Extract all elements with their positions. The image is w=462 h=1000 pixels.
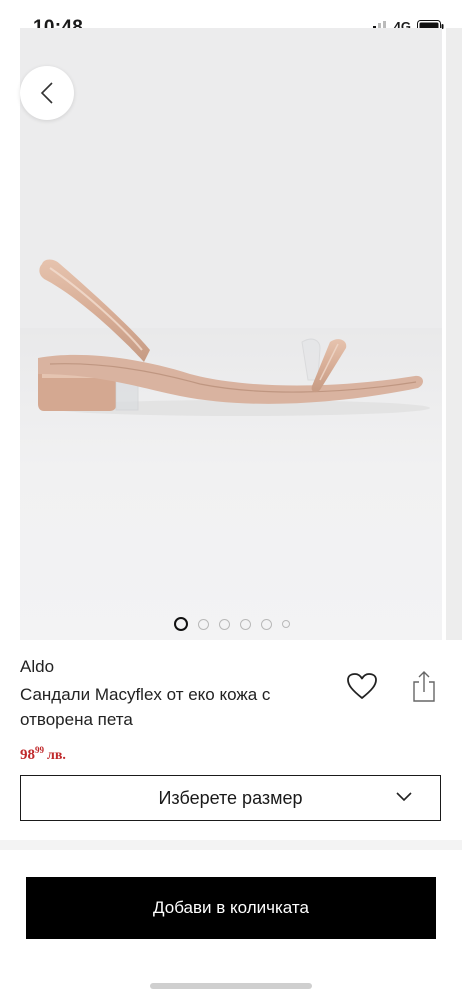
product-price: 9899 лв.	[20, 745, 66, 764]
price-currency: лв.	[47, 748, 66, 763]
gallery-dot-active[interactable]	[174, 617, 188, 631]
product-title: Сандали Macyflex от еко кожа с отворена …	[20, 685, 271, 729]
size-select[interactable]: Изберете размер	[20, 775, 441, 821]
gallery-dot[interactable]	[282, 620, 290, 628]
price-integer: 98	[20, 747, 35, 763]
price-decimal: 99	[35, 745, 44, 755]
share-button[interactable]	[411, 670, 437, 709]
section-divider	[0, 840, 462, 850]
heart-outline-icon	[347, 673, 377, 699]
chevron-down-icon	[396, 792, 412, 802]
add-to-cart-label: Добави в количката	[153, 898, 309, 917]
gallery-dot[interactable]	[240, 618, 251, 630]
product-brand[interactable]: Aldo	[20, 657, 54, 677]
product-image	[20, 28, 442, 640]
gallery-pagination[interactable]	[174, 617, 290, 631]
add-to-cart-button[interactable]: Добави в количката	[26, 877, 436, 939]
size-select-label: Изберете размер	[158, 788, 303, 808]
favorite-button[interactable]	[346, 672, 378, 705]
gallery-dot[interactable]	[198, 618, 209, 630]
product-image-gallery[interactable]	[20, 28, 442, 640]
gallery-dot[interactable]	[219, 618, 230, 630]
share-icon	[413, 671, 435, 702]
next-image-peek[interactable]	[446, 28, 462, 640]
home-indicator	[150, 983, 312, 989]
chevron-left-icon	[40, 82, 53, 104]
gallery-dot[interactable]	[261, 618, 272, 630]
back-button[interactable]	[20, 66, 74, 120]
